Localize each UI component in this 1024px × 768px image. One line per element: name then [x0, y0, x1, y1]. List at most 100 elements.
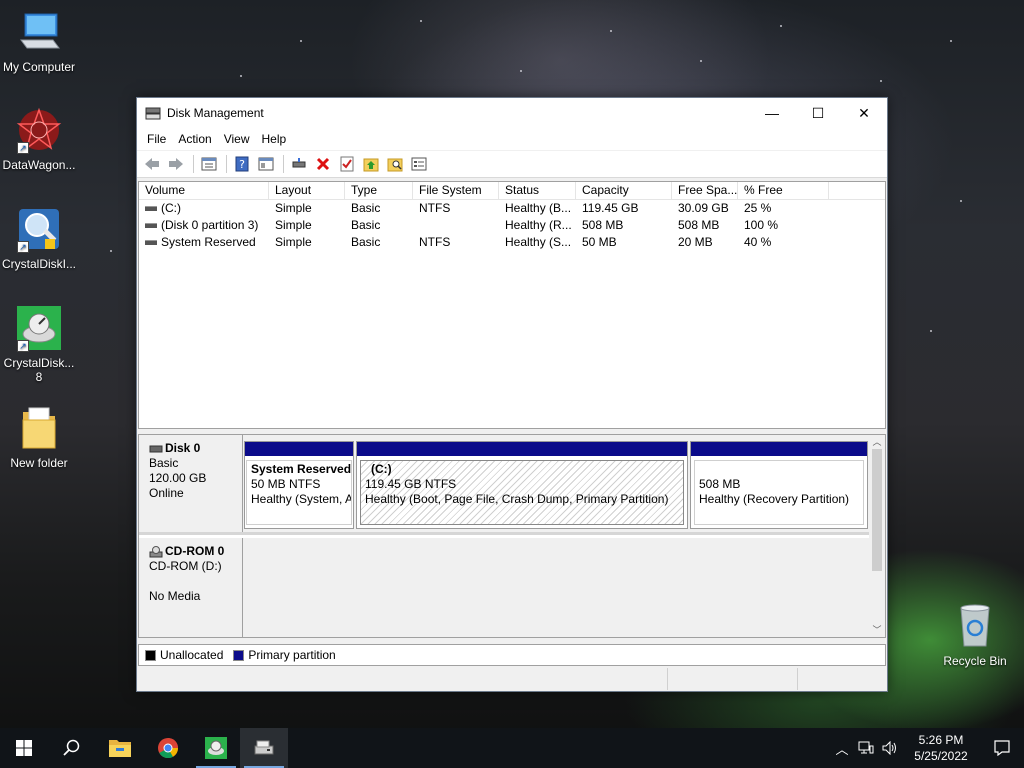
- taskbar-chrome[interactable]: [144, 728, 192, 768]
- volume-name-cell: (C:): [139, 200, 269, 217]
- status-bar: [138, 668, 886, 690]
- type-cell: Basic: [351, 218, 381, 232]
- volume-row[interactable]: (Disk 0 partition 3) Simple Basic Health…: [139, 217, 885, 234]
- desktop-icon-label-line2: 8: [35, 370, 43, 384]
- free-space-cell: 20 MB: [678, 235, 713, 249]
- menu-view[interactable]: View: [218, 132, 256, 146]
- volume-row[interactable]: System Reserved Simple Basic NTFS Health…: [139, 234, 885, 251]
- taskbar-file-explorer[interactable]: [96, 728, 144, 768]
- desktop-icon-my-computer[interactable]: My Computer: [1, 8, 77, 74]
- disk-0-row: Disk 0 Basic 120.00 GB Online System Res…: [139, 435, 871, 535]
- file-system-cell: NTFS: [419, 201, 451, 215]
- forward-icon[interactable]: [165, 153, 187, 175]
- menu-bar: File Action View Help: [137, 128, 887, 150]
- capacity-cell: 119.45 GB: [582, 201, 639, 215]
- column-header-layout[interactable]: Layout: [269, 182, 345, 199]
- windows-start-icon: [16, 740, 32, 756]
- menu-file[interactable]: File: [141, 132, 172, 146]
- console-view-icon[interactable]: [255, 153, 277, 175]
- title-bar[interactable]: Disk Management — ☐ ✕: [137, 98, 887, 128]
- network-icon[interactable]: [854, 728, 878, 768]
- clock-time: 5:26 PM: [918, 733, 964, 747]
- search-button[interactable]: [48, 728, 96, 768]
- crystaldiskinfo-icon: ↗: [15, 205, 63, 253]
- volume-row[interactable]: (C:) Simple Basic NTFS Healthy (B... 119…: [139, 200, 885, 217]
- partition-name: System Reserved: [251, 462, 352, 476]
- recycle-bin-icon: [951, 602, 999, 650]
- column-header-capacity[interactable]: Capacity: [576, 182, 672, 199]
- desktop-icon-crystaldiskmark[interactable]: ↗ CrystalDisk... 8: [1, 304, 77, 384]
- connect-disk-icon[interactable]: [288, 153, 310, 175]
- start-button[interactable]: [0, 728, 48, 768]
- column-header-percent-free[interactable]: % Free: [738, 182, 829, 199]
- partition-system-reserved[interactable]: System Reserved 50 MB NTFS Healthy (Syst…: [244, 441, 354, 529]
- scroll-up-icon[interactable]: ︿: [869, 435, 885, 449]
- delete-icon[interactable]: [312, 153, 334, 175]
- desktop-icon-datawagon[interactable]: ↗ DataWagon...: [1, 106, 77, 172]
- notification-center-button[interactable]: [980, 728, 1024, 768]
- status-cell: Healthy (B...: [505, 201, 572, 215]
- partition-name: (C:): [371, 462, 392, 476]
- disk-0-size: 120.00 GB: [149, 471, 207, 485]
- volume-list[interactable]: Volume Layout Type File System Status Ca…: [138, 181, 886, 429]
- scrollbar-thumb[interactable]: [872, 449, 882, 571]
- taskbar-disk-management[interactable]: [240, 728, 288, 768]
- free-space-cell: 508 MB: [678, 218, 720, 232]
- properties-list-icon[interactable]: [198, 153, 220, 175]
- cdrom-0-empty-area[interactable]: [243, 538, 871, 637]
- column-header-volume[interactable]: Volume: [139, 182, 269, 199]
- partition-status: Healthy (System, A: [251, 492, 352, 506]
- column-header-file-system[interactable]: File System: [413, 182, 499, 199]
- partition-status: Healthy (Boot, Page File, Crash Dump, Pr…: [365, 492, 669, 506]
- cdrom-0-label[interactable]: CD-ROM 0 CD-ROM (D:) No Media: [139, 538, 243, 637]
- type-cell: Basic: [351, 201, 381, 215]
- scroll-down-icon[interactable]: ﹀: [869, 623, 885, 637]
- partition-size: 119.45 GB NTFS: [365, 477, 457, 491]
- menu-action[interactable]: Action: [172, 132, 217, 146]
- layout-cell: Simple: [275, 201, 312, 215]
- type-cell: Basic: [351, 235, 381, 249]
- column-header-status[interactable]: Status: [499, 182, 576, 199]
- datawagon-icon: ↗: [15, 106, 63, 154]
- back-icon[interactable]: [141, 153, 163, 175]
- desktop-icon-label: Recycle Bin: [943, 654, 1007, 668]
- taskbar-clock[interactable]: 5:26 PM 5/25/2022: [902, 732, 980, 764]
- shortcut-arrow-icon: ↗: [17, 340, 29, 352]
- desktop-icon-recycle-bin[interactable]: Recycle Bin: [937, 602, 1013, 668]
- folder-up-icon[interactable]: [360, 153, 382, 175]
- check-icon[interactable]: [336, 153, 358, 175]
- disk-0-label[interactable]: Disk 0 Basic 120.00 GB Online: [139, 435, 243, 532]
- capacity-cell: 508 MB: [582, 218, 624, 232]
- maximize-button[interactable]: ☐: [795, 98, 841, 128]
- menu-help[interactable]: Help: [256, 132, 293, 146]
- partition-size: 50 MB NTFS: [251, 477, 321, 491]
- volume-name: System Reserved: [161, 235, 256, 249]
- desktop-icon-label: CrystalDisk...: [3, 356, 75, 370]
- volume-icon[interactable]: [878, 728, 902, 768]
- show-hidden-icons-chevron-icon[interactable]: ︿: [830, 728, 854, 768]
- cdrom-0-state: No Media: [149, 589, 201, 603]
- desktop-icon-crystaldiskinfo[interactable]: ↗ CrystalDiskI...: [1, 205, 77, 271]
- folder-icon: [15, 404, 63, 452]
- view-icon[interactable]: [408, 153, 430, 175]
- disk-view-scrollbar[interactable]: ︿ ﹀: [869, 435, 885, 637]
- partition-recovery[interactable]: 508 MB Healthy (Recovery Partition): [690, 441, 868, 529]
- column-header-type[interactable]: Type: [345, 182, 413, 199]
- desktop-icon-new-folder[interactable]: New folder: [1, 404, 77, 470]
- partition-c-drive[interactable]: (C:) 119.45 GB NTFS Healthy (Boot, Page …: [356, 441, 688, 529]
- taskbar-crystaldiskinfo[interactable]: [192, 728, 240, 768]
- system-tray: ︿ 5:26 PM 5/25/2022: [830, 728, 1024, 768]
- help-icon[interactable]: ?: [231, 153, 253, 175]
- crystaldiskinfo-icon: [205, 737, 227, 759]
- minimize-button[interactable]: —: [749, 98, 795, 128]
- status-segment: [668, 668, 798, 690]
- close-button[interactable]: ✕: [841, 98, 887, 128]
- legend-unallocated: Unallocated: [160, 648, 224, 662]
- notification-icon: [994, 740, 1010, 756]
- search-icon: [63, 739, 80, 756]
- search-folder-icon[interactable]: [384, 153, 406, 175]
- column-header-free-space[interactable]: Free Spa...: [672, 182, 738, 199]
- desktop-icon-label: New folder: [10, 456, 68, 470]
- disk-management-app-icon: [145, 107, 161, 120]
- shortcut-arrow-icon: ↗: [17, 142, 29, 154]
